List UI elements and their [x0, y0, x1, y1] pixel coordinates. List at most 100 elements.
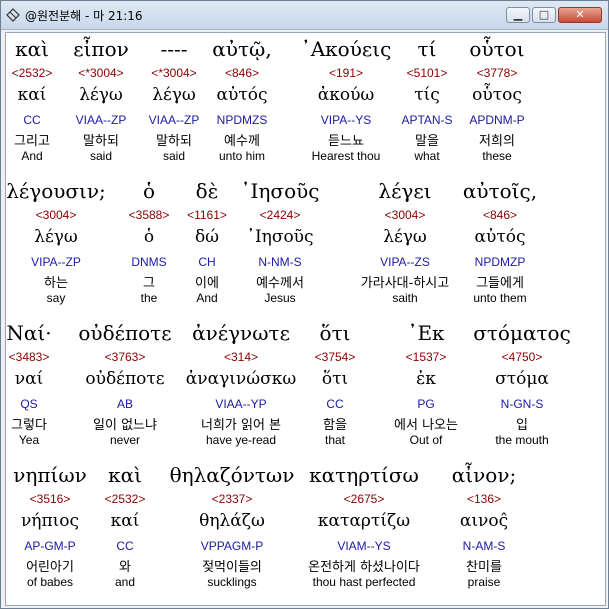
minimize-button[interactable]: ▁	[506, 7, 530, 23]
word-korean: 그	[143, 276, 155, 291]
word-lemma: λέγω	[383, 227, 427, 247]
word-greek[interactable]: ἀνέγνωτε	[192, 321, 290, 347]
word-english: the	[140, 291, 158, 305]
word-english: that	[324, 433, 346, 447]
word-greek[interactable]: ὅτι	[320, 321, 351, 347]
word-lemma: λέγω	[79, 85, 123, 105]
word-english: these	[482, 149, 512, 163]
word-greek[interactable]: λέγει	[378, 179, 431, 205]
verse-rows: καὶ <2532> καί CC 그리고 And εἶπον <*3004> λέγω VIAA…	[6, 33, 605, 605]
word-greek[interactable]: αὐτοῖς,	[463, 179, 537, 205]
word-parse: APDNM-P	[469, 113, 525, 127]
word-english: sucklings	[207, 575, 257, 589]
word-greek[interactable]: οὐδέποτε	[78, 321, 171, 347]
word-lemma: δώ	[194, 227, 220, 247]
word-parse: CC	[23, 113, 41, 127]
word-lemma: ὅτι	[321, 369, 349, 389]
word-greek[interactable]: ᾿Ιησοῦς	[241, 179, 320, 205]
word-korean: 젖먹이들의	[202, 560, 262, 575]
word-strong: <846>	[482, 208, 518, 222]
word-parse: CC	[116, 539, 134, 553]
word-strong: <*3004>	[151, 66, 197, 80]
word-korean: 저희의	[479, 134, 515, 149]
word-korean: 이에	[195, 276, 219, 291]
word-english: say	[46, 291, 66, 305]
word-korean: 에서 나오는	[394, 418, 458, 433]
word-english: never	[109, 433, 141, 447]
minimize-icon: ▁	[513, 8, 523, 21]
word-greek[interactable]: καὶ	[15, 37, 49, 63]
word-strong: <*3004>	[78, 66, 124, 80]
maximize-button[interactable]: □	[532, 7, 556, 23]
word-strong: <3004>	[384, 208, 426, 222]
word-strong: <136>	[466, 492, 502, 506]
word-lemma: θηλάζω	[199, 511, 265, 531]
word-korean: 그리고	[14, 134, 50, 149]
word-greek[interactable]: στόματος	[473, 321, 571, 347]
word-greek[interactable]: λέγουσιν;	[6, 179, 106, 205]
word-greek[interactable]: δὲ	[196, 179, 219, 205]
word-english: saith	[392, 291, 418, 305]
word-greek[interactable]: εἶπον	[73, 37, 129, 63]
word-greek[interactable]: θηλαζόντων	[170, 463, 295, 489]
word-parse: DNMS	[131, 255, 167, 269]
word-strong: <2424>	[259, 208, 301, 222]
word-greek[interactable]: καὶ	[108, 463, 142, 489]
word-greek[interactable]: τί	[418, 37, 437, 63]
word-parse: APTAN-S	[401, 113, 453, 127]
word-strong: <314>	[223, 350, 259, 364]
word-greek[interactable]: οὗτοι	[469, 37, 524, 63]
word-greek[interactable]: αὐτῷ,	[212, 37, 271, 63]
word-korean: 그렇다	[11, 418, 47, 433]
word-parse: VIAA--ZP	[148, 113, 200, 127]
word-korean: 말을	[415, 134, 439, 149]
word-strong: <3763>	[104, 350, 146, 364]
word-greek[interactable]: νηπίων	[13, 463, 87, 489]
word-parse: NPDMZP	[474, 255, 526, 269]
word-english: have ye-read	[205, 433, 277, 447]
word-strong: <5101>	[406, 66, 448, 80]
word-lemma: ναί	[14, 369, 44, 389]
word-greek[interactable]: ----	[160, 37, 187, 63]
title-bar[interactable]: @원전분해 - 마 21:16 ▁ □ ✕	[1, 1, 608, 30]
word-korean: 가라사대-하시고	[360, 276, 450, 291]
word-strong: <3754>	[314, 350, 356, 364]
word-korean: 말하되	[156, 134, 192, 149]
word-greek[interactable]: ὁ	[143, 179, 155, 205]
word-strong: <191>	[328, 66, 364, 80]
word-greek[interactable]: κατηρτίσω	[309, 463, 419, 489]
word-lemma: ὁ	[143, 227, 155, 247]
word-korean: 함을	[323, 418, 347, 433]
word-english: unto them	[473, 291, 527, 305]
word-lemma: αὐτός	[216, 85, 268, 105]
word-korean: 듣느뇨	[328, 134, 364, 149]
verse-analysis-panel[interactable]: καὶ <2532> καί CC 그리고 And εἶπον <*3004> λέγω VIAA…	[5, 32, 606, 606]
word-english: said	[89, 149, 113, 163]
diamond-app-icon	[6, 8, 20, 22]
word-parse: VIAM--YS	[337, 539, 391, 553]
word-strong: <1161>	[187, 208, 227, 222]
word-korean: 하는	[44, 276, 68, 291]
word-lemma: τίς	[414, 85, 440, 105]
word-greek[interactable]: ᾿Εκ	[407, 321, 444, 347]
word-lemma: ἀναγινώσκω	[185, 369, 297, 389]
word-lemma: ἀκούω	[317, 85, 375, 105]
word-strong: <3778>	[476, 66, 518, 80]
word-parse: VPPAGM-P	[200, 539, 264, 553]
word-strong: <1537>	[405, 350, 447, 364]
word-korean: 예수께	[224, 134, 260, 149]
word-greek[interactable]: αἶνον;	[452, 463, 516, 489]
word-korean: 어린아기	[26, 560, 74, 575]
word-parse: N-AM-S	[462, 539, 506, 553]
word-english: and	[114, 575, 136, 589]
word-greek[interactable]: ᾿Ακούεις	[301, 37, 392, 63]
word-greek[interactable]: Ναί·	[6, 321, 51, 347]
word-lemma: ἐκ	[416, 369, 436, 389]
close-button[interactable]: ✕	[558, 7, 602, 23]
word-lemma: λέγω	[152, 85, 196, 105]
word-lemma: καταρτίζω	[317, 511, 411, 531]
word-parse: CH	[198, 255, 216, 269]
word-english: Out of	[409, 433, 443, 447]
word-strong: <2337>	[211, 492, 253, 506]
word-lemma: νήπιος	[20, 511, 80, 531]
